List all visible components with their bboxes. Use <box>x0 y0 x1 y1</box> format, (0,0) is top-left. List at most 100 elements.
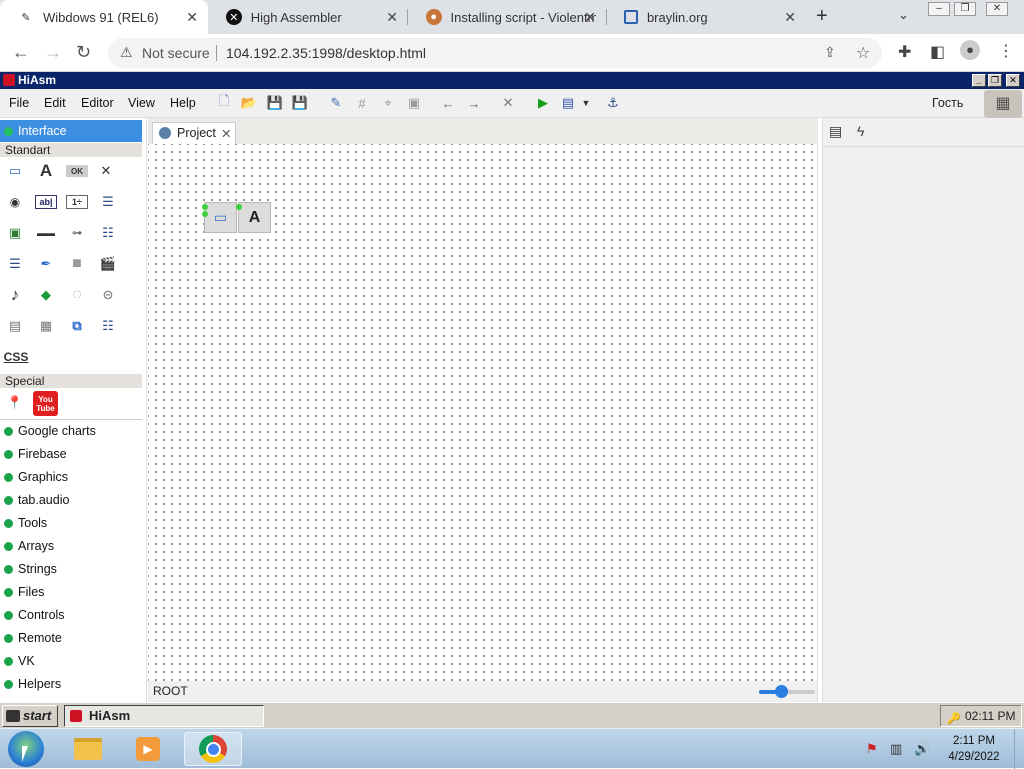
delete-icon[interactable]: ✕ <box>500 95 516 111</box>
form-icon[interactable]: ▭ <box>4 160 26 182</box>
feather-icon[interactable]: ✒ <box>35 253 57 275</box>
group-tools[interactable]: Tools <box>0 513 142 533</box>
close-tab-icon[interactable]: ✕ <box>386 9 398 26</box>
schema-view-icon[interactable]: ▦ <box>984 90 1022 118</box>
group-graphics[interactable]: Graphics <box>0 467 142 487</box>
browser-tab-wibdows[interactable]: ✎ Wibdows 91 (REL6) ✕ <box>0 0 208 34</box>
system-clock[interactable]: 2:11 PM 4/29/2022 <box>940 733 1008 765</box>
new-file-icon[interactable]: 🗋 <box>216 93 232 111</box>
properties-icon[interactable]: ▤ <box>829 123 842 140</box>
close-component-icon[interactable]: ✕ <box>95 160 117 182</box>
frame-icon[interactable]: ▣ <box>406 95 422 111</box>
button-icon[interactable]: OK <box>66 165 88 177</box>
music-note-icon[interactable]: ♪ <box>4 284 26 306</box>
show-desktop-button[interactable] <box>1014 729 1024 769</box>
menu-view[interactable]: View <box>128 96 155 110</box>
align-icon[interactable]: ⌖ <box>380 95 396 111</box>
menu-edit[interactable]: Edit <box>44 96 66 110</box>
app-minimize-icon[interactable]: _ <box>972 74 986 87</box>
progress-icon[interactable]: ▬▬ <box>35 222 57 244</box>
close-tab-icon[interactable]: ✕ <box>784 9 796 26</box>
menu-editor[interactable]: Editor <box>81 96 114 110</box>
tab-project[interactable]: Project ✕ <box>152 122 236 144</box>
list-icon[interactable]: ☷ <box>97 222 119 244</box>
switch-icon[interactable]: ⊝ <box>97 284 119 306</box>
browser-tab-braylin[interactable]: braylin.org ✕ <box>606 0 806 34</box>
back-icon[interactable]: ← <box>12 42 30 63</box>
browser-tab-high-assembler[interactable]: ✕ High Assembler ✕ <box>208 0 408 34</box>
warning-icon[interactable]: ⚠ <box>120 44 133 61</box>
zoom-knob[interactable] <box>775 685 789 698</box>
close-tab-icon[interactable]: ✕ <box>186 9 198 26</box>
user-label[interactable]: Гость <box>932 96 963 110</box>
design-canvas[interactable]: ▭ A <box>148 144 818 681</box>
bookmark-star-icon[interactable]: ☆ <box>856 43 870 63</box>
share-icon[interactable]: ⇪ <box>824 44 836 61</box>
security-label[interactable]: Not secure <box>142 45 210 61</box>
label-icon[interactable]: A <box>35 160 57 182</box>
trackbar-icon[interactable]: ⊶ <box>66 222 88 244</box>
label-element[interactable]: A <box>236 202 271 233</box>
volume-icon[interactable]: 🔊 <box>914 741 930 757</box>
loader-icon[interactable]: ◌ <box>66 284 88 306</box>
group-firebase[interactable]: Firebase <box>0 444 142 464</box>
zoom-slider[interactable] <box>759 685 815 698</box>
reload-icon[interactable]: ↻ <box>76 42 91 63</box>
interface-header[interactable]: Interface <box>0 120 142 142</box>
url-bar[interactable]: ⚠ Not secure 104.192.2.35:1998/desktop.h… <box>108 38 882 68</box>
redo-arrow-icon[interactable]: → <box>466 95 482 111</box>
image-icon[interactable]: ▣ <box>4 222 26 244</box>
point-dot[interactable] <box>202 211 208 217</box>
point-dot[interactable] <box>236 204 242 210</box>
youtube-icon[interactable]: You Tube <box>33 391 58 416</box>
grid-icon[interactable]: # <box>354 95 370 111</box>
standart-section-header[interactable]: Standart <box>0 143 142 157</box>
edit-icon[interactable]: ab| <box>35 195 57 209</box>
edit-form-icon[interactable]: ✎ <box>328 95 344 111</box>
group-vk[interactable]: VK <box>0 651 142 671</box>
grid-list-icon[interactable]: ☷ <box>97 315 119 337</box>
open-folder-icon[interactable]: 📂 <box>241 95 257 111</box>
chrome-app[interactable] <box>184 732 242 766</box>
memo-icon[interactable]: ☰ <box>97 191 119 213</box>
start-button[interactable]: start <box>2 705 58 727</box>
tray-clock[interactable]: 🔑 02:11 PM <box>940 705 1022 727</box>
forward-icon[interactable]: → <box>44 42 62 63</box>
save-as-icon[interactable]: 💾 <box>292 95 308 111</box>
box-icon[interactable]: ■ <box>66 253 88 275</box>
table-icon[interactable]: ▦ <box>35 315 57 337</box>
side-panel-icon[interactable]: ◧ <box>930 42 945 62</box>
group-remote[interactable]: Remote <box>0 628 142 648</box>
explorer-app[interactable] <box>66 732 110 766</box>
map-pin-icon[interactable]: 📍 <box>4 392 26 414</box>
extensions-icon[interactable]: ✚ <box>898 42 911 62</box>
group-arrays[interactable]: Arrays <box>0 536 142 556</box>
group-files[interactable]: Files <box>0 582 142 602</box>
network-flag-icon[interactable]: ⚑ <box>866 741 878 757</box>
toolbar-component-icon[interactable]: ▤ <box>4 315 26 337</box>
compile-icon[interactable]: ▤ <box>560 95 576 111</box>
menu-file[interactable]: File <box>9 96 29 110</box>
window-icon[interactable]: ⧉ <box>66 315 88 337</box>
menu-help[interactable]: Help <box>170 96 196 110</box>
group-helpers[interactable]: Helpers <box>0 674 142 694</box>
events-lightning-icon[interactable]: ϟ <box>857 123 864 139</box>
undo-arrow-icon[interactable]: ← <box>440 95 456 111</box>
url-text[interactable]: 104.192.2.35:1998/desktop.html <box>226 45 426 61</box>
media-app[interactable]: ▶ <box>126 732 170 766</box>
close-tab-icon[interactable]: ✕ <box>584 9 596 26</box>
compile-dropdown-icon[interactable]: ▼ <box>578 95 594 111</box>
group-google-charts[interactable]: Google charts <box>0 421 142 441</box>
group-controls[interactable]: Controls <box>0 605 142 625</box>
run-icon[interactable]: ▶ <box>535 95 551 111</box>
shapes-icon[interactable]: ◆ <box>35 284 57 306</box>
css-icon[interactable]: CSS <box>2 346 30 368</box>
panel-icon[interactable]: ☰ <box>4 253 26 275</box>
network-icon[interactable]: ▥ <box>890 741 902 757</box>
group-tab-audio[interactable]: tab.audio <box>0 490 142 510</box>
app-restore-icon[interactable]: ❐ <box>988 74 1002 87</box>
minimize-icon[interactable]: – <box>928 2 950 16</box>
clapper-icon[interactable]: 🎬 <box>97 253 119 275</box>
more-menu-icon[interactable]: ⋮ <box>998 41 1014 61</box>
app-close-icon[interactable]: ✕ <box>1006 74 1020 87</box>
